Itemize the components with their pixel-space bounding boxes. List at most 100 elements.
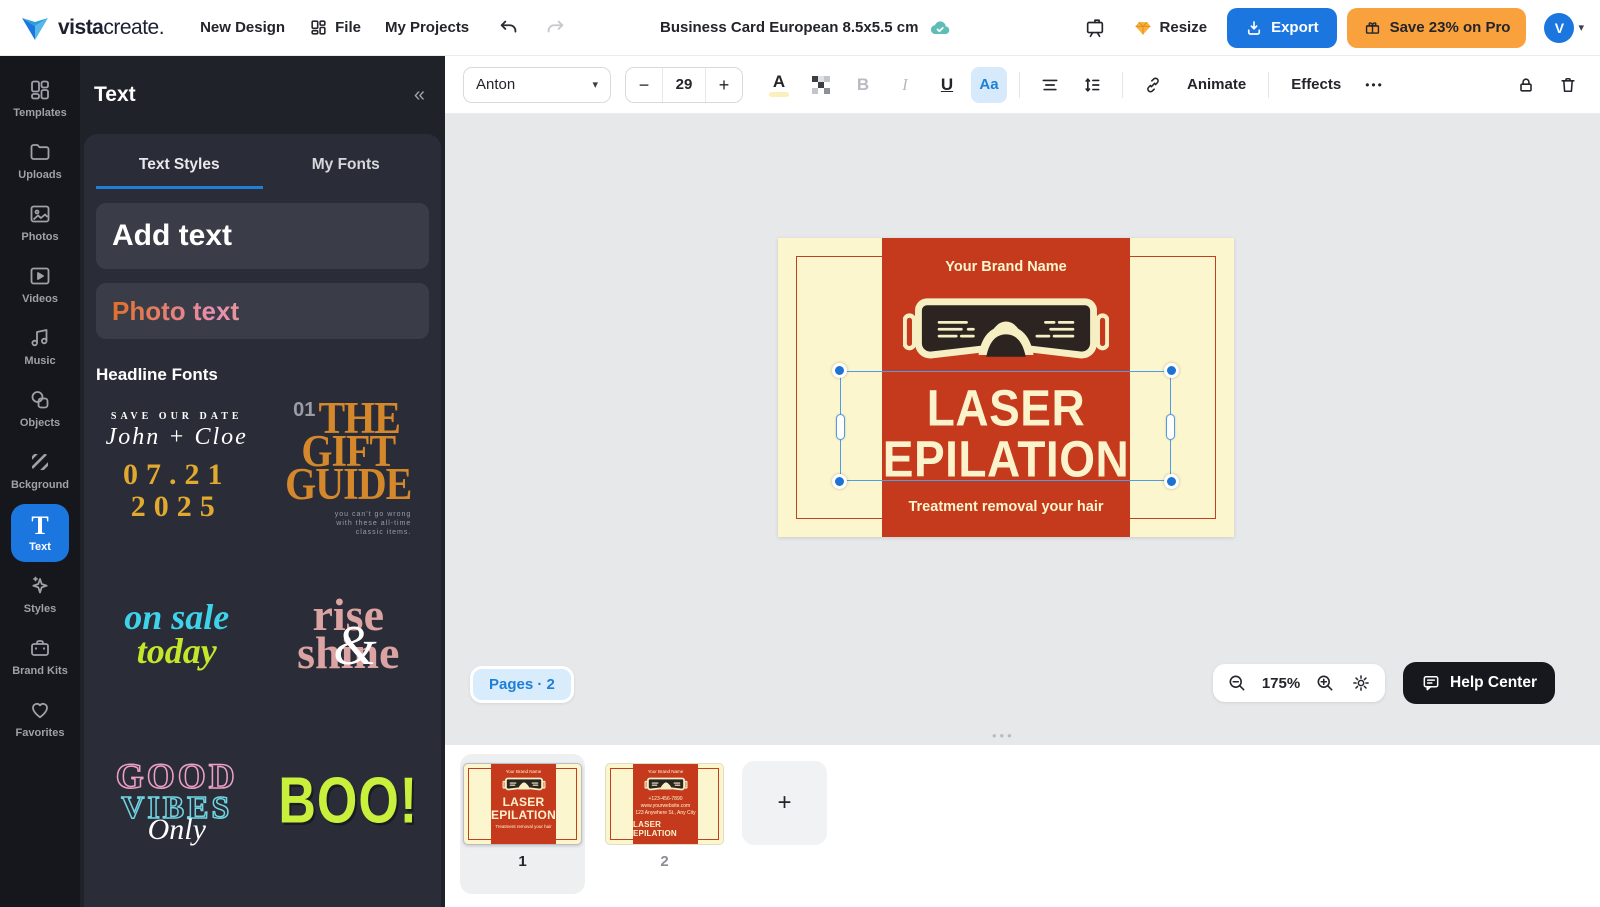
resize-label: Resize	[1160, 19, 1208, 36]
sidebar-item-text[interactable]: T Text	[11, 504, 69, 562]
sidebar-item-uploads[interactable]: Uploads	[4, 132, 76, 190]
font-family-select[interactable]: Anton ▾	[463, 67, 611, 103]
sidebar-item-videos[interactable]: Videos	[4, 256, 76, 314]
selection-box[interactable]	[840, 371, 1171, 481]
text-style-gift-guide[interactable]: 01 THE GIFT GUIDE you can't go wrong wit…	[268, 395, 430, 538]
sidebar-item-brand-kits[interactable]: Brand Kits	[4, 628, 76, 686]
selection-handle-top-right[interactable]	[1164, 363, 1179, 378]
panel-title: Text	[94, 83, 136, 107]
italic-button[interactable]: I	[887, 67, 923, 103]
selection-handle-bottom-right[interactable]	[1164, 474, 1179, 489]
canvas-settings-button[interactable]	[1345, 667, 1377, 699]
sidebar-item-templates[interactable]: Templates	[4, 70, 76, 128]
pages-pill[interactable]: Pages · 2	[470, 666, 574, 703]
help-center-button[interactable]: Help Center	[1403, 662, 1555, 704]
text-style-save-our-date[interactable]: SAVE OUR DATE John + Cloe 07.21 2025	[96, 395, 258, 538]
redo-button[interactable]	[537, 10, 573, 46]
redo-icon	[544, 17, 566, 39]
text-style-rise-and-shine[interactable]: rise shine &	[268, 562, 430, 705]
sidebar-item-label: Uploads	[18, 169, 61, 181]
strip-resize-handle[interactable]: •••	[992, 728, 1015, 743]
music-icon	[28, 326, 52, 350]
text-case-button[interactable]: Aa	[971, 67, 1007, 103]
account-menu[interactable]: V ▾	[1544, 13, 1584, 43]
document-title[interactable]: Business Card European 8.5x5.5 cm	[660, 19, 918, 36]
sidebar-item-objects[interactable]: Objects	[4, 380, 76, 438]
goggles-mini	[501, 776, 547, 793]
sidebar-item-label: Text	[29, 541, 51, 553]
text-highlight-button[interactable]	[803, 67, 839, 103]
tab-text-styles[interactable]: Text Styles	[96, 140, 263, 189]
text-panel: Text « Text Styles My Fonts Add text Pho…	[80, 56, 445, 907]
font-size-decrease-button[interactable]: −	[626, 68, 662, 102]
new-design-button[interactable]: New Design	[188, 11, 297, 44]
sidebar-item-label: Photos	[21, 231, 58, 243]
animate-button[interactable]: Animate	[1177, 68, 1256, 101]
zoom-in-button[interactable]	[1309, 667, 1341, 699]
sidebar-item-photos[interactable]: Photos	[4, 194, 76, 252]
font-size-value[interactable]: 29	[662, 68, 706, 102]
card-subtitle[interactable]: Treatment removal your hair	[908, 499, 1103, 515]
selection-handle-bottom-left[interactable]	[832, 474, 847, 489]
export-button[interactable]: Export	[1227, 8, 1337, 48]
bold-button[interactable]: B	[845, 67, 881, 103]
divider	[1268, 72, 1269, 98]
text-style-on-sale-today[interactable]: on sale today	[96, 562, 258, 705]
headline-fonts-grid: SAVE OUR DATE John + Cloe 07.21 2025 01 …	[96, 395, 429, 872]
underline-button[interactable]: U	[929, 67, 965, 103]
tab-my-fonts[interactable]: My Fonts	[263, 140, 430, 189]
lock-button[interactable]	[1508, 67, 1544, 103]
selection-handle-right[interactable]	[1166, 414, 1175, 440]
folder-icon	[28, 140, 52, 164]
resize-button[interactable]: Resize	[1123, 10, 1218, 46]
selection-handle-left[interactable]	[836, 414, 845, 440]
collapse-panel-icon[interactable]: «	[414, 84, 425, 107]
file-menu[interactable]: File	[297, 10, 373, 45]
zoom-out-button[interactable]	[1221, 667, 1253, 699]
document-title-wrap: Business Card European 8.5x5.5 cm	[660, 16, 952, 40]
sidebar-item-styles[interactable]: Styles	[4, 566, 76, 624]
help-center-label: Help Center	[1450, 674, 1537, 692]
page-thumbnail-2[interactable]: Your Brand Name +123-456-7890 www.yourwe…	[605, 763, 724, 845]
font-size-increase-button[interactable]: +	[706, 68, 742, 102]
page-thumbnail-1[interactable]: Your Brand Name LASER EPILATION T	[463, 763, 582, 845]
sidebar-item-label: Styles	[24, 603, 56, 615]
top-bar: vistacreate. New Design File My Projects	[0, 0, 1600, 56]
more-options-icon[interactable]: •••	[1357, 78, 1392, 92]
photo-text-button[interactable]: Photo text	[96, 283, 429, 339]
add-page-button[interactable]: +	[742, 761, 827, 845]
text-style-good-vibes-only[interactable]: GOOD VIBES Only	[96, 729, 258, 872]
card-brand-name[interactable]: Your Brand Name	[945, 259, 1066, 275]
file-grid-icon	[309, 18, 328, 37]
chat-icon	[1421, 673, 1441, 693]
goggles-graphic[interactable]	[903, 289, 1109, 373]
line-spacing-button[interactable]	[1074, 67, 1110, 103]
vistacreate-logo[interactable]: vistacreate.	[20, 13, 164, 43]
page-number-1: 1	[463, 853, 582, 870]
logo-text: vistacreate.	[58, 16, 164, 40]
text-color-button[interactable]: A	[761, 67, 797, 103]
delete-button[interactable]	[1550, 67, 1586, 103]
sidebar-item-label: Videos	[22, 293, 58, 305]
text-style-boo[interactable]: BOO!	[268, 729, 430, 872]
sidebar-item-background[interactable]: Bckground	[4, 442, 76, 500]
checkerboard-icon	[812, 76, 830, 94]
add-text-button[interactable]: Add text	[96, 203, 429, 269]
text-align-button[interactable]	[1032, 67, 1068, 103]
save-on-pro-button[interactable]: Save 23% on Pro	[1347, 8, 1527, 48]
selection-handle-top-left[interactable]	[832, 363, 847, 378]
present-button[interactable]	[1077, 10, 1113, 46]
sidebar-item-label: Bckground	[11, 479, 69, 491]
zoom-level-value[interactable]: 175%	[1257, 675, 1305, 692]
present-easel-icon	[1084, 17, 1106, 39]
sidebar-item-favorites[interactable]: Favorites	[4, 690, 76, 748]
plus-icon: +	[777, 789, 791, 817]
my-projects-button[interactable]: My Projects	[373, 11, 481, 44]
canvas-area[interactable]: Your Brand Name	[445, 114, 1600, 745]
chevron-down-icon: ▾	[592, 78, 598, 91]
link-button[interactable]	[1135, 67, 1171, 103]
effects-button[interactable]: Effects	[1281, 68, 1351, 101]
undo-button[interactable]	[491, 10, 527, 46]
sidebar-item-music[interactable]: Music	[4, 318, 76, 376]
heart-icon	[28, 698, 52, 722]
